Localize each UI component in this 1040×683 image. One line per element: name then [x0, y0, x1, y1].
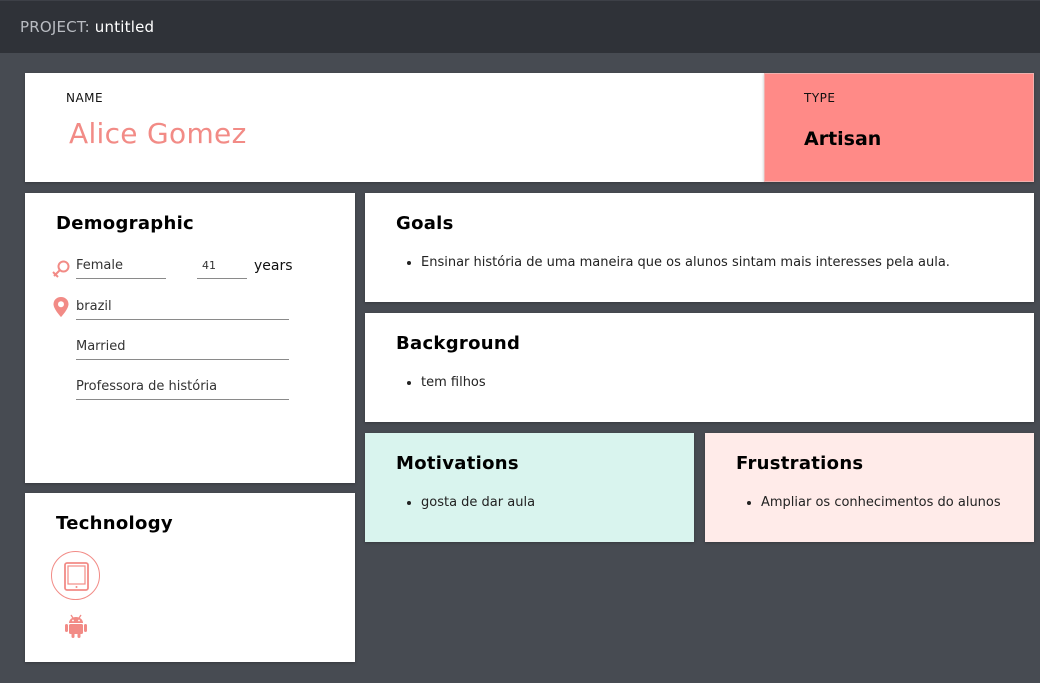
goals-list: Ensinar história de uma maneira que os a…	[421, 255, 950, 270]
frustrations-item[interactable]: Ampliar os conhecimentos do alunos	[761, 495, 1001, 510]
country-field[interactable]: brazil	[76, 298, 289, 320]
demographic-title: Demographic	[56, 213, 195, 234]
frustrations-title: Frustrations	[736, 453, 864, 474]
demographic-card: Demographic Female 41 years brazil Marri…	[25, 193, 355, 483]
name-label: NAME	[66, 91, 104, 105]
tablet-device-button[interactable]	[51, 551, 100, 600]
type-label: TYPE	[804, 91, 836, 105]
persona-type-value[interactable]: Artisan	[804, 128, 881, 150]
type-card: TYPE Artisan	[764, 73, 1034, 182]
top-bar: PROJECT: untitled	[0, 0, 1040, 53]
occupation-field[interactable]: Professora de história	[76, 378, 289, 400]
age-unit-label: years	[254, 258, 293, 274]
age-field[interactable]: 41	[197, 257, 247, 279]
technology-card: Technology	[25, 493, 355, 662]
motivations-list: gosta de dar aula	[421, 495, 535, 510]
background-list: tem filhos	[421, 375, 486, 390]
persona-name-field[interactable]: Alice Gomez	[69, 117, 247, 150]
background-card: Background tem filhos	[365, 313, 1034, 422]
location-pin-icon	[53, 297, 69, 317]
background-item[interactable]: tem filhos	[421, 375, 486, 390]
motivations-title: Motivations	[396, 453, 519, 474]
goals-card: Goals Ensinar história de uma maneira qu…	[365, 193, 1034, 302]
tablet-icon	[64, 562, 89, 591]
motivations-item[interactable]: gosta de dar aula	[421, 495, 535, 510]
frustrations-list: Ampliar os conhecimentos do alunos	[761, 495, 1001, 510]
project-label: PROJECT:	[20, 18, 90, 36]
project-name[interactable]: untitled	[95, 18, 154, 36]
name-card: NAME Alice Gomez	[25, 73, 764, 182]
gender-icon	[52, 260, 70, 278]
technology-title: Technology	[56, 513, 173, 534]
motivations-card: Motivations gosta de dar aula	[365, 433, 694, 542]
marital-status-field[interactable]: Married	[76, 338, 289, 360]
android-icon[interactable]	[63, 613, 89, 639]
goals-item[interactable]: Ensinar história de uma maneira que os a…	[421, 255, 950, 270]
goals-title: Goals	[396, 213, 454, 234]
background-title: Background	[396, 333, 521, 354]
frustrations-card: Frustrations Ampliar os conhecimentos do…	[705, 433, 1034, 542]
gender-field[interactable]: Female	[76, 257, 166, 279]
